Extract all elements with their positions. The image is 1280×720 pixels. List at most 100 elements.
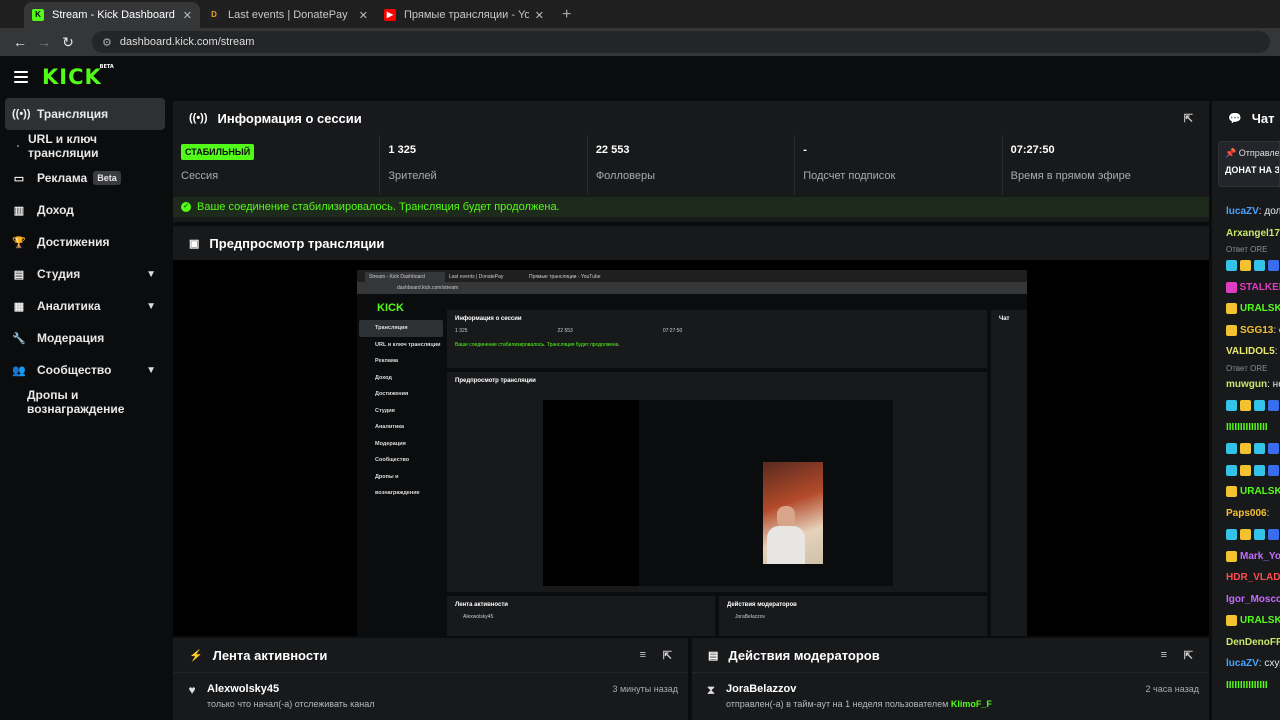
modlog-username[interactable]: JoraBelazzov — [726, 683, 992, 695]
menu-icon[interactable] — [14, 71, 28, 83]
modlog-header: ▤ Действия модераторов ≡ ⇱ — [692, 638, 1209, 672]
chat-message: HDR_VLAD: — [1226, 567, 1280, 589]
site-info-icon[interactable]: ⚙ — [102, 36, 112, 49]
activity-username[interactable]: Alexwolsky45 — [207, 683, 374, 695]
chat-username[interactable]: HDR_VLAD — [1226, 572, 1280, 583]
popout-icon[interactable]: ⇱ — [663, 649, 672, 662]
chat-text: : схур — [1258, 658, 1280, 670]
chat-username[interactable]: STALKER — [1240, 282, 1280, 293]
chat-reply-label: Ответ ORE — [1226, 363, 1268, 373]
modlog-target[interactable]: KlimoF_F — [951, 699, 992, 709]
chat-message: DenDenoFF: — [1226, 632, 1280, 654]
browser-tab-kick[interactable]: K Stream - Kick Dashboard ✕ — [24, 2, 200, 28]
sidebar: ((•)) Трансляция URL и ключ трансляции ▭ Р… — [0, 98, 170, 720]
trophy-icon: 🏆 — [12, 236, 26, 249]
url-field[interactable]: ⚙ dashboard.kick.com/stream — [92, 31, 1270, 53]
preview-session-panel: Информация о сессии 1 325 22 553 07:27:50 … — [447, 310, 987, 368]
chat-text: : не — [1267, 378, 1280, 390]
filter-icon[interactable]: ≡ — [640, 649, 646, 661]
activity-feed-panel: ⚡ Лента активности ≡ ⇱ ♥ Alexwolsky45 тол… — [173, 638, 688, 720]
pin-icon: 📌 — [1225, 148, 1237, 158]
sidebar-item-ads[interactable]: ▭ Реклама Beta — [0, 162, 170, 194]
chat-badge-icon — [1268, 443, 1279, 455]
top-navbar: KICK BETA — [0, 56, 1280, 98]
chat-text: : T — [1274, 346, 1280, 358]
chat-badge-icon — [1226, 615, 1237, 627]
chat-username[interactable]: lucaZV — [1226, 206, 1259, 217]
sidebar-item-stream[interactable]: ((•)) Трансляция — [5, 98, 165, 130]
chevron-down-icon[interactable]: ▼ — [146, 269, 156, 280]
chat-username[interactable]: lucaZV — [1226, 658, 1259, 669]
filter-icon[interactable]: ≡ — [1161, 649, 1167, 661]
chevron-down-icon[interactable]: ▼ — [146, 365, 156, 376]
preview-panel-title: Предпросмотр трансляции — [455, 378, 536, 384]
sidebar-item-drops[interactable]: Дропы и вознаграждение — [0, 386, 170, 418]
stat-value: 22 553 — [595, 144, 630, 156]
kick-logo[interactable]: KICK BETA — [42, 64, 114, 89]
chat-username[interactable]: Paps006 — [1226, 508, 1267, 519]
close-tab-icon[interactable]: ✕ — [183, 9, 192, 22]
browser-tab-youtube[interactable]: ▶ Прямые трансляции - YouTube ✕ — [376, 2, 552, 28]
pinned-label: Отправлено — [1238, 148, 1280, 158]
preview-sidebar-item: Реклама — [375, 358, 399, 364]
chat-badge-icon — [1226, 303, 1237, 315]
bullet-icon — [17, 145, 19, 147]
stat-session: СТАБИЛЬНЫЙ Сессия — [173, 135, 381, 195]
close-tab-icon[interactable]: ✕ — [359, 9, 368, 22]
popout-icon[interactable]: ⇱ — [1184, 649, 1193, 662]
preview-tab: Last events | DonatePay — [449, 274, 504, 280]
sidebar-item-stream-key[interactable]: URL и ключ трансляции — [0, 130, 170, 162]
connection-status-message: ✓ Ваше соединение стабилизировалось. Тран… — [173, 197, 1209, 217]
popout-icon[interactable]: ⇱ — [1184, 112, 1193, 125]
sidebar-item-income[interactable]: ▥ Доход — [0, 194, 170, 226]
url-text: dashboard.kick.com/stream — [119, 36, 255, 48]
chat-username[interactable]: SGG13 — [1240, 325, 1273, 336]
preview-sidebar-item: Доход — [375, 374, 392, 381]
reload-icon[interactable]: ↻ — [56, 34, 80, 51]
preview-sidebar-item: Дропы и вознаграждение — [375, 473, 420, 496]
pinned-message[interactable]: 📌 Отправлено ДОНАТ НА ЗА — [1218, 141, 1280, 187]
session-stats: СТАБИЛЬНЫЙ Сессия 1 325 Зрителей 22 553 Фол… — [173, 135, 1209, 195]
sidebar-item-moderation[interactable]: 🔧 Модерация — [0, 322, 170, 354]
sidebar-item-label: Студия — [37, 267, 81, 281]
chat-badge-icon — [1226, 464, 1237, 476]
chat-message: lucaZV: схур — [1226, 653, 1280, 675]
studio-icon: ▤ — [13, 268, 25, 281]
chat-badge-icon — [1226, 400, 1237, 412]
forward-icon[interactable]: → — [32, 34, 56, 50]
chat-username[interactable]: URALSK — [1240, 486, 1280, 497]
close-tab-icon[interactable]: ✕ — [535, 9, 544, 22]
stream-video[interactable]: Stream - Kick Dashboard Last events | Do… — [173, 260, 1209, 636]
chat-username[interactable]: IIIIIIIIIIIIIII — [1226, 680, 1268, 691]
chat-username[interactable]: DenDenoFF — [1226, 637, 1280, 648]
sidebar-item-label: Трансляция — [37, 107, 109, 121]
chat-badge-icon — [1254, 260, 1265, 272]
preview-url: dashboard.kick.com/stream — [357, 282, 1027, 294]
sidebar-item-community[interactable]: 👥 Сообщество ▼ — [0, 354, 170, 386]
chat-message: Arxangel171 — [1226, 223, 1280, 245]
sidebar-item-achievements[interactable]: 🏆 Достижения — [0, 226, 170, 258]
new-tab-button[interactable]: + — [562, 2, 571, 28]
recursive-preview-frame: Stream - Kick Dashboard Last events | Do… — [357, 270, 1027, 636]
chat-username[interactable]: muwgun — [1226, 379, 1267, 390]
chat-username[interactable]: Arxangel171 — [1226, 228, 1280, 239]
broadcast-icon: ((•)) — [12, 108, 31, 120]
chat-username[interactable]: IIIIIIIIIIIIIII — [1226, 422, 1268, 433]
preview-panel-title: Чат — [999, 316, 1010, 322]
stat-label: Подсчет подписок — [803, 170, 896, 182]
chat-username[interactable]: URALSK — [1240, 303, 1280, 314]
sidebar-item-studio[interactable]: ▤ Студия ▼ — [0, 258, 170, 290]
chat-username[interactable]: Igor_Moscow — [1226, 594, 1280, 605]
preview-sidebar-item: Сообщество — [375, 457, 410, 463]
preview-sidebar-item: URL и ключ трансляции — [375, 341, 441, 348]
sidebar-item-analytics[interactable]: ▦ Аналитика ▼ — [0, 290, 170, 322]
chat-username[interactable]: Mark_Yo — [1240, 551, 1280, 562]
browser-tab-donatepay[interactable]: D Last events | DonatePay ✕ — [200, 2, 376, 28]
preview-row: JoraBelazzov — [735, 614, 766, 620]
modlog-text: отправлен(-а) в тайм-аут на 1 неделя пол… — [726, 699, 949, 709]
chat-username[interactable]: VALIDOL5 — [1226, 346, 1275, 357]
chat-username[interactable]: URALSK — [1240, 615, 1280, 626]
chevron-down-icon[interactable]: ▼ — [146, 301, 156, 312]
back-icon[interactable]: ← — [8, 34, 32, 50]
session-info-panel: ((•)) Информация о сессии ⇱ СТАБИЛЬНЫЙ Се… — [173, 101, 1209, 222]
